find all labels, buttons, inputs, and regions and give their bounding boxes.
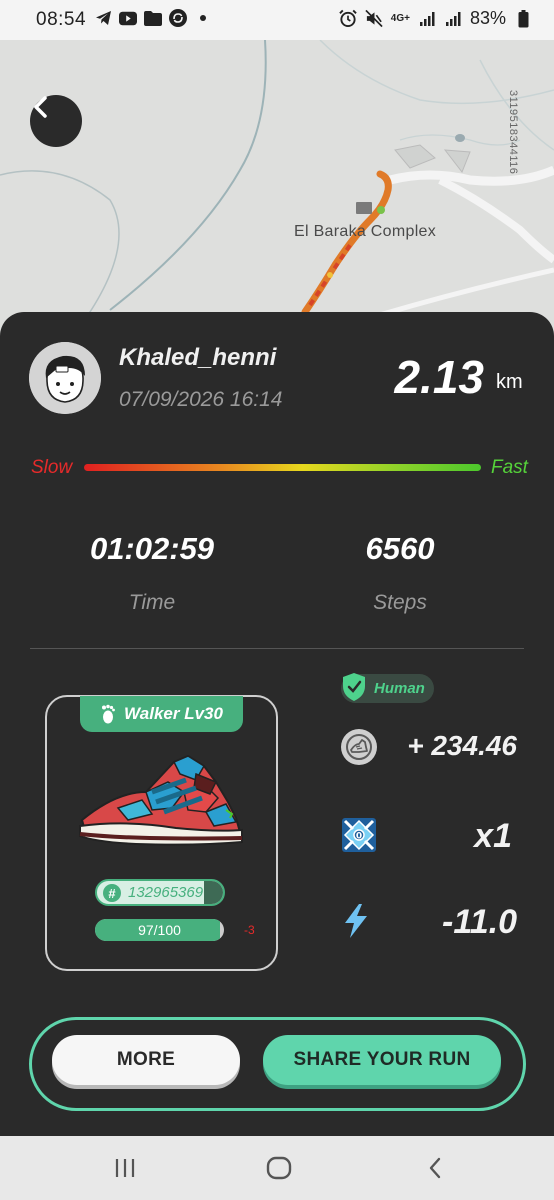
sneaker-type-label: Walker Lv30 bbox=[124, 704, 223, 723]
steps-label: Steps bbox=[373, 591, 427, 614]
chevron-left-icon bbox=[34, 96, 47, 118]
avatar[interactable] bbox=[29, 342, 101, 414]
sneaker-id: 132965369 bbox=[128, 884, 204, 901]
folder-icon bbox=[144, 9, 162, 27]
human-label: Human bbox=[374, 680, 425, 697]
username: Khaled_henni bbox=[119, 344, 277, 371]
system-nav-bar bbox=[0, 1136, 554, 1200]
run-datetime: 07/09/2026 16:14 bbox=[119, 388, 283, 411]
map-terrain bbox=[0, 40, 554, 340]
sync-app-icon bbox=[169, 9, 187, 27]
energy-value: -11.0 bbox=[442, 903, 517, 941]
gem-multiplier-icon: 0 bbox=[342, 818, 376, 852]
network-type-label: 4G+ bbox=[390, 13, 410, 24]
battery-percent: 83% bbox=[469, 8, 506, 28]
id-pill-accent bbox=[204, 881, 223, 904]
sneaker-image bbox=[79, 754, 243, 846]
battery-icon bbox=[514, 9, 532, 28]
durability-delta: -3 bbox=[244, 923, 255, 937]
telegram-icon bbox=[94, 9, 112, 27]
mute-icon bbox=[365, 9, 383, 28]
route-map[interactable]: El Baraka Complex 3119518344116 bbox=[0, 40, 554, 340]
more-notifications-dot-icon bbox=[194, 9, 212, 27]
recent-apps-icon bbox=[115, 1159, 135, 1177]
back-button[interactable] bbox=[30, 95, 82, 147]
steps-value: 6560 bbox=[365, 531, 435, 566]
status-time: 08:54 bbox=[36, 9, 87, 30]
divider bbox=[30, 648, 524, 649]
back-arrow-icon bbox=[429, 1157, 441, 1179]
speed-fast-label: Fast bbox=[491, 457, 528, 478]
human-badge: Human bbox=[341, 673, 434, 703]
reward-value: + 234.46 bbox=[407, 730, 517, 761]
lightning-icon bbox=[345, 904, 367, 938]
system-icons: 4G+ 83% bbox=[339, 8, 532, 29]
alarm-icon bbox=[339, 9, 357, 28]
speed-slow-label: Slow bbox=[31, 457, 73, 478]
home-button[interactable] bbox=[264, 1153, 294, 1183]
durability-bar: 97/100 bbox=[95, 919, 224, 941]
multiplier-value: x1 bbox=[474, 817, 512, 855]
map-place-label: El Baraka Complex bbox=[294, 223, 437, 240]
time-value: 01:02:59 bbox=[89, 531, 215, 566]
distance-unit: km bbox=[496, 371, 523, 393]
time-label: Time bbox=[128, 591, 176, 614]
sneaker-coin-icon bbox=[341, 729, 377, 765]
svg-text:0: 0 bbox=[356, 832, 362, 842]
back-nav-button[interactable] bbox=[420, 1153, 450, 1183]
hash-icon: # bbox=[103, 884, 121, 902]
notification-icons bbox=[94, 9, 212, 27]
signal-icon-2 bbox=[444, 10, 462, 28]
shield-check-icon bbox=[343, 673, 365, 701]
footprint-icon bbox=[102, 704, 115, 724]
speed-gradient-bar bbox=[84, 464, 481, 471]
sneaker-id-pill: # 132965369 bbox=[95, 879, 225, 906]
more-button[interactable]: MORE bbox=[52, 1035, 240, 1085]
recent-apps-button[interactable] bbox=[110, 1153, 140, 1183]
signal-icon-1 bbox=[418, 10, 436, 28]
distance-value: 2.13 bbox=[394, 351, 484, 403]
youtube-icon bbox=[119, 9, 137, 27]
sneaker-type-tag: Walker Lv30 bbox=[80, 696, 243, 732]
home-icon bbox=[266, 1156, 292, 1180]
share-run-button[interactable]: SHARE YOUR RUN bbox=[263, 1035, 501, 1085]
durability-text: 97/100 bbox=[138, 922, 181, 938]
avatar-face-icon bbox=[29, 342, 101, 414]
map-vertical-code: 3119518344116 bbox=[507, 90, 519, 175]
status-bar: 08:54 4G+ 83% bbox=[0, 0, 554, 40]
